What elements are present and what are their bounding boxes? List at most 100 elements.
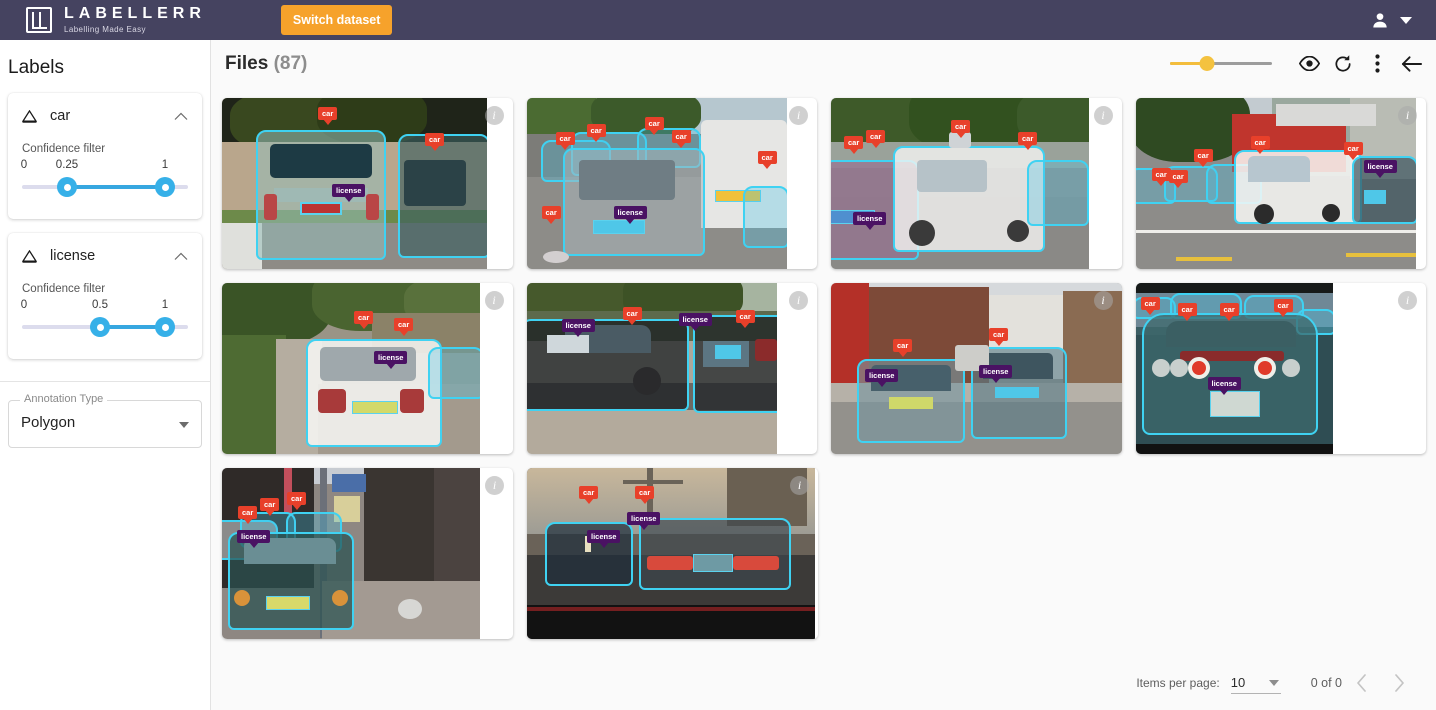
annotation-tag-license: license — [613, 206, 647, 219]
annotation-tag-car: car — [318, 107, 338, 120]
items-per-page-select[interactable]: 10 — [1230, 672, 1281, 694]
annotation-type-legend: Annotation Type — [20, 393, 108, 405]
confidence-slider-license[interactable]: 0 0.5 1 — [20, 299, 188, 341]
slider-thumb-low-car[interactable] — [57, 177, 77, 197]
file-card[interactable]: car car car car car car license i — [526, 98, 817, 269]
file-card[interactable]: car car license i — [222, 283, 513, 454]
annotation-tag-license: license — [561, 319, 595, 332]
back-arrow-icon[interactable] — [1394, 47, 1428, 81]
next-page-button[interactable] — [1380, 666, 1418, 700]
slider-thumb-high-license[interactable] — [155, 317, 175, 337]
file-thumbnail[interactable]: car car car license — [222, 468, 480, 639]
file-thumbnail[interactable]: car car license license — [526, 283, 777, 454]
file-card[interactable]: car car car car license i — [831, 98, 1122, 269]
brand-name: LABELLERR — [64, 4, 206, 22]
slider-thumb-high-car[interactable] — [155, 177, 175, 197]
slider-thumb-low-license[interactable] — [90, 317, 110, 337]
file-card[interactable]: car car car car car license i — [1135, 98, 1426, 269]
confidence-filter-label-car: Confidence filter — [22, 143, 106, 155]
chevron-down-icon — [1400, 16, 1412, 24]
confidence-filter-label-license: Confidence filter — [22, 283, 106, 295]
files-count: (87) — [273, 52, 308, 74]
account-menu[interactable] — [1370, 0, 1412, 40]
info-icon[interactable]: i — [485, 476, 504, 495]
info-icon[interactable]: i — [484, 106, 504, 125]
triangle-icon — [22, 249, 37, 263]
info-icon[interactable]: i — [484, 291, 504, 310]
confidence-slider-car[interactable]: 0 0.25 1 — [20, 159, 188, 201]
thumbnail-size-slider[interactable] — [1170, 54, 1272, 74]
file-thumbnail[interactable]: car car car car car license — [1135, 98, 1416, 269]
file-thumbnail[interactable]: car car license — [222, 98, 487, 269]
file-card[interactable]: car car car car license i — [1135, 283, 1426, 454]
page-range-label: 0 of 0 — [1310, 676, 1342, 690]
info-icon[interactable]: i — [1398, 106, 1417, 125]
slider-tick-min-license: 0 — [20, 299, 28, 311]
annotation-type-value: Polygon — [21, 414, 76, 431]
user-icon — [1373, 13, 1387, 28]
file-thumbnail[interactable]: car car license license — [527, 468, 815, 639]
info-icon[interactable]: i — [1398, 291, 1417, 310]
annotation-tag-car: car — [1273, 299, 1293, 312]
files-toolbar: Files (87) — [211, 40, 1436, 87]
annotation-tag-car: car — [622, 307, 642, 320]
file-thumbnail[interactable]: car car car car car car license — [526, 98, 787, 269]
files-grid-row: car car license i — [222, 283, 1426, 454]
paginator: Items per page: 10 0 of 0 — [1136, 666, 1418, 700]
file-thumbnail[interactable]: car car license — [222, 283, 480, 454]
chevron-right-icon — [1394, 674, 1404, 692]
annotation-tag-license: license — [374, 351, 408, 364]
annotation-tag-car: car — [555, 132, 575, 145]
annotation-tag-car: car — [354, 311, 374, 324]
info-icon[interactable]: i — [790, 476, 809, 495]
annotation-tag-car: car — [951, 120, 971, 133]
thumbnail-size-thumb[interactable] — [1199, 55, 1215, 71]
previous-page-button[interactable] — [1342, 666, 1380, 700]
annotation-tag-car: car — [1177, 303, 1197, 316]
files-grid: car car license i car car car car car ca… — [211, 87, 1436, 687]
slider-tick-min-car: 0 — [20, 159, 28, 171]
file-card[interactable]: car car license license i — [527, 468, 818, 639]
annotation-tag-license: license — [627, 512, 661, 525]
file-thumbnail[interactable]: car car car car license — [831, 98, 1089, 269]
annotation-tag-car: car — [586, 124, 606, 137]
annotation-tag-license: license — [1363, 160, 1397, 173]
annotation-tag-car: car — [260, 498, 280, 511]
refresh-icon[interactable] — [1326, 47, 1360, 81]
annotation-tag-car: car — [735, 310, 755, 323]
eye-icon[interactable] — [1292, 47, 1326, 81]
annotation-tag-license: license — [853, 212, 887, 225]
file-card[interactable]: car car license license i — [831, 283, 1122, 454]
info-icon[interactable]: i — [789, 106, 808, 125]
file-card[interactable]: car car car license i — [222, 468, 513, 639]
info-icon[interactable]: i — [1093, 291, 1113, 310]
file-thumbnail[interactable]: car car license license — [831, 283, 1122, 454]
annotation-tag-license: license — [979, 365, 1013, 378]
file-thumbnail[interactable]: car car car car license — [1135, 283, 1333, 454]
info-icon[interactable]: i — [1093, 106, 1113, 125]
slider-range-car — [67, 185, 166, 189]
label-card-license[interactable]: license Confidence filter 0 0.5 1 — [8, 233, 202, 359]
annotation-tag-car: car — [1168, 170, 1188, 183]
file-card[interactable]: car car license i — [222, 98, 513, 269]
annotation-tag-car: car — [844, 136, 864, 149]
file-card[interactable]: car car license license i — [526, 283, 817, 454]
label-card-car[interactable]: car Confidence filter 0 0.25 1 — [8, 93, 202, 219]
annotation-tag-car: car — [1250, 136, 1270, 149]
switch-dataset-button[interactable]: Switch dataset — [280, 5, 393, 35]
annotation-tag-car: car — [893, 339, 913, 352]
sidebar-title: Labels — [8, 57, 64, 78]
annotation-tag-car: car — [1018, 132, 1038, 145]
chevron-down-icon — [179, 422, 189, 428]
info-icon[interactable]: i — [789, 291, 808, 310]
triangle-icon — [22, 109, 37, 123]
annotation-type-select[interactable]: Annotation Type Polygon — [8, 393, 202, 448]
chevron-up-icon[interactable] — [174, 112, 188, 121]
more-vertical-icon[interactable] — [1360, 47, 1394, 81]
annotation-tag-car: car — [238, 506, 258, 519]
annotation-tag-car: car — [1343, 142, 1363, 155]
labels-sidebar: Labels car Confidence filter 0 0.25 1 li… — [0, 40, 211, 710]
annotation-tag-car: car — [425, 133, 445, 146]
chevron-up-icon[interactable] — [174, 252, 188, 261]
label-name-license: license — [50, 248, 96, 264]
